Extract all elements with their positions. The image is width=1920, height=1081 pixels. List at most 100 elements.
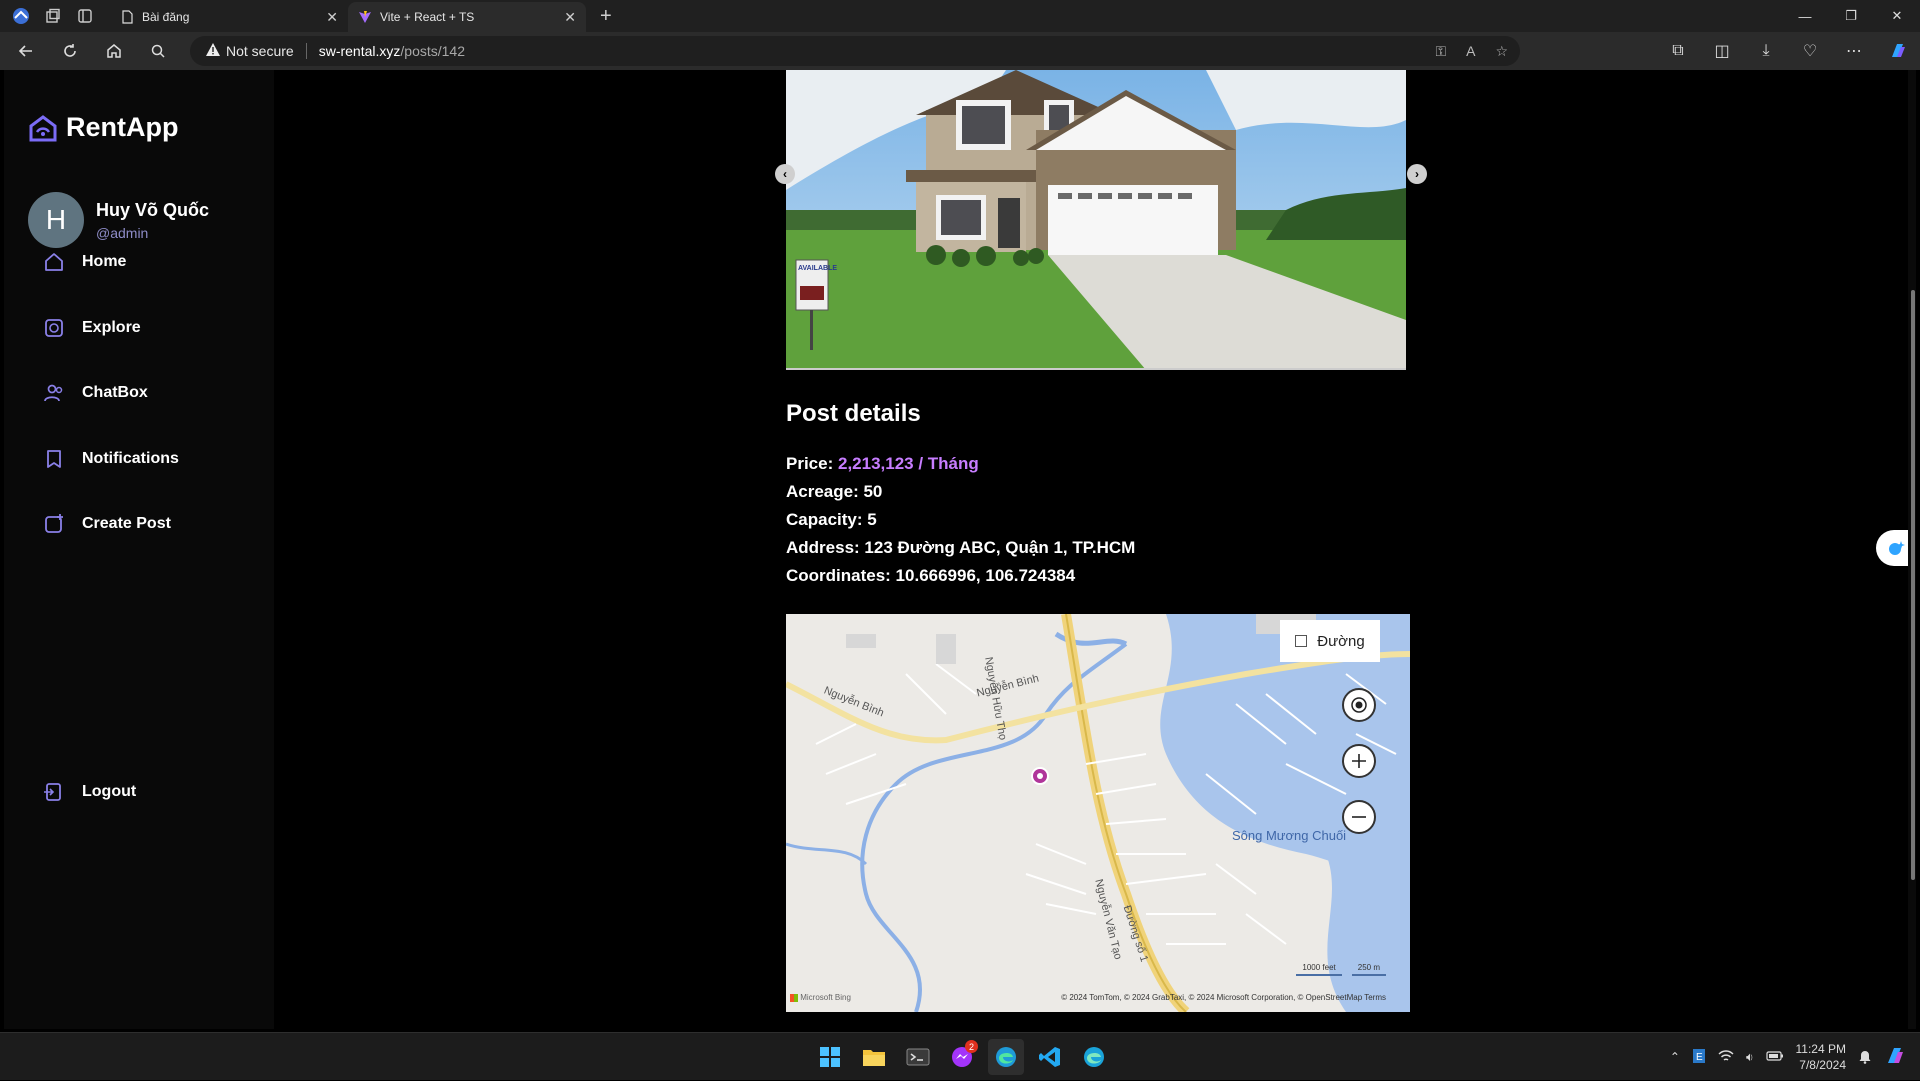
bell-icon[interactable] <box>1858 1048 1872 1067</box>
location-map[interactable]: Nguyễn Bình Nguyễn Bình Nguyễn Hữu Thọ N… <box>786 614 1410 1012</box>
tab-actions-icon[interactable] <box>74 5 96 27</box>
split-screen-icon[interactable]: ◫ <box>1708 41 1736 61</box>
workspaces-icon[interactable] <box>42 5 64 27</box>
warning-icon[interactable] <box>206 43 220 59</box>
vscode-icon <box>1039 1047 1060 1067</box>
locate-me-button[interactable] <box>1342 688 1376 722</box>
home-button[interactable] <box>96 36 132 66</box>
taskbar-apps: 2 <box>812 1039 1112 1075</box>
address-bar-actions: ⚿ A ☆ <box>1435 36 1508 66</box>
sidebar-item-label: Home <box>82 253 127 270</box>
create-post-icon <box>42 512 66 536</box>
input-method-icon[interactable]: E <box>1692 1048 1706 1067</box>
sidebar-item-chatbox[interactable]: ChatBox <box>42 381 148 405</box>
page-viewport: RentApp H Huy Võ Quốc @admin Home Explor… <box>4 70 1916 1029</box>
search-icon[interactable] <box>140 36 176 66</box>
browser-profile-icon[interactable] <box>10 5 32 27</box>
folder-icon <box>863 1050 885 1066</box>
for-sale-sign-text: AVAILABLE <box>798 265 837 272</box>
carousel-prev-button[interactable]: ‹ <box>775 164 795 184</box>
messenger-app[interactable]: 2 <box>944 1039 980 1075</box>
river-label: Sông Mương Chuối <box>1232 828 1347 843</box>
security-status[interactable]: Not secure <box>226 43 294 59</box>
sidebar-item-notifications[interactable]: Notifications <box>42 447 179 471</box>
post-details: Post details Price: 2,213,123 / Tháng Ac… <box>786 400 1406 590</box>
close-icon[interactable]: ✕ <box>326 9 338 26</box>
image-carousel: AVAILABLE ‹ › <box>775 70 1427 372</box>
sidebar-item-home[interactable]: Home <box>42 250 126 274</box>
edge-icon <box>1084 1047 1104 1067</box>
battery-icon[interactable] <box>1765 1050 1784 1065</box>
carousel-next-button[interactable]: › <box>1407 164 1427 184</box>
system-clock[interactable]: 11:24 PM 7/8/2024 <box>1796 1041 1846 1073</box>
browser-essentials-icon[interactable]: ♡ <box>1796 41 1824 61</box>
minus-icon <box>1352 816 1366 818</box>
edge-icon <box>996 1047 1016 1067</box>
wifi-icon[interactable] <box>1718 1049 1734 1066</box>
price-label: Price: <box>786 454 834 473</box>
app-logo[interactable]: RentApp <box>28 112 178 143</box>
tab-label: Bài đăng <box>142 10 190 24</box>
plus-icon <box>1352 754 1366 768</box>
sidebar-item-create-post[interactable]: Create Post <box>42 512 171 536</box>
copilot-icon[interactable] <box>1884 41 1912 61</box>
price-row: Price: 2,213,123 / Tháng <box>786 450 1406 478</box>
tab-vite-react[interactable]: Vite + React + TS ✕ <box>348 2 586 32</box>
scroll-thumb[interactable] <box>1911 290 1915 880</box>
browser-tabbar: Bài đăng ✕ Vite + React + TS ✕ + — ❐ ✕ <box>0 0 1920 32</box>
close-icon[interactable]: ✕ <box>564 9 576 26</box>
map-brand[interactable]: Microsoft Bing <box>790 993 851 1002</box>
map-brand-label: Microsoft Bing <box>800 993 851 1002</box>
logout-icon <box>42 780 66 804</box>
start-button[interactable] <box>812 1039 848 1075</box>
back-button[interactable] <box>8 36 44 66</box>
restore-icon[interactable]: ❐ <box>1828 0 1874 32</box>
home-icon <box>42 250 66 274</box>
favorite-star-icon[interactable]: ☆ <box>1495 43 1508 60</box>
sidebar-item-explore[interactable]: Explore <box>42 316 141 340</box>
refresh-button[interactable] <box>52 36 88 66</box>
zoom-out-button[interactable] <box>1342 800 1376 834</box>
file-explorer-app[interactable] <box>856 1039 892 1075</box>
windows-taskbar: 2 ⌃ E 🔉︎ 11:24 PM 7/8/2024 <box>0 1032 1920 1080</box>
divider <box>305 43 307 59</box>
checkbox[interactable] <box>1295 635 1308 647</box>
user-profile[interactable]: H Huy Võ Quốc @admin <box>28 192 209 248</box>
new-tab-button[interactable]: + <box>600 5 612 28</box>
svg-text:E: E <box>1696 1052 1703 1063</box>
copilot-icon[interactable] <box>1884 1045 1906 1070</box>
vscode-app[interactable] <box>1032 1039 1068 1075</box>
read-aloud-icon[interactable]: A <box>1466 43 1475 59</box>
page-icon <box>122 10 133 24</box>
volume-icon[interactable]: 🔉︎ <box>1746 1050 1754 1065</box>
logout-button[interactable]: Logout <box>42 780 136 804</box>
sidebar: RentApp H Huy Võ Quốc @admin Home Explor… <box>4 70 274 1029</box>
sidebar-item-label: Create Post <box>82 515 171 532</box>
address-bar[interactable]: Not secure sw-rental.xyz/posts/142 ⚿ A ☆ <box>190 36 1520 66</box>
acreage-row: Acreage: 50 <box>786 482 883 501</box>
page-scrollbar[interactable] <box>1908 70 1916 1029</box>
edge-browser-app[interactable] <box>988 1039 1024 1075</box>
zoom-in-button[interactable] <box>1342 744 1376 778</box>
map-scale: 1000 feet 250 m <box>1296 963 1386 976</box>
clock-time: 11:24 PM <box>1795 1042 1846 1056</box>
map-layer-label: Đường <box>1317 632 1365 650</box>
tab-posts[interactable]: Bài đăng ✕ <box>110 2 348 32</box>
user-name: Huy Võ Quốc <box>96 199 210 220</box>
key-icon[interactable]: ⚿ <box>1435 43 1446 60</box>
chevron-up-icon[interactable]: ⌃ <box>1670 1050 1680 1064</box>
vite-logo-icon <box>359 11 371 23</box>
minimize-icon[interactable]: — <box>1782 0 1828 32</box>
clock-date: 7/8/2024 <box>1799 1058 1846 1072</box>
more-menu-icon[interactable]: ⋯ <box>1840 41 1868 61</box>
extensions-icon[interactable]: ⧉ <box>1664 42 1692 60</box>
downloads-icon[interactable]: ⤓ <box>1752 42 1780 60</box>
avatar: H <box>28 192 84 248</box>
map-layer-toggle[interactable]: Đường <box>1280 620 1380 662</box>
scale-meters: 250 m <box>1351 963 1386 976</box>
edge-dev-app[interactable] <box>1076 1039 1112 1075</box>
terminal-app[interactable] <box>900 1039 936 1075</box>
users-icon <box>42 381 66 405</box>
close-window-icon[interactable]: ✕ <box>1874 0 1920 32</box>
scale-feet: 1000 feet <box>1296 963 1342 976</box>
